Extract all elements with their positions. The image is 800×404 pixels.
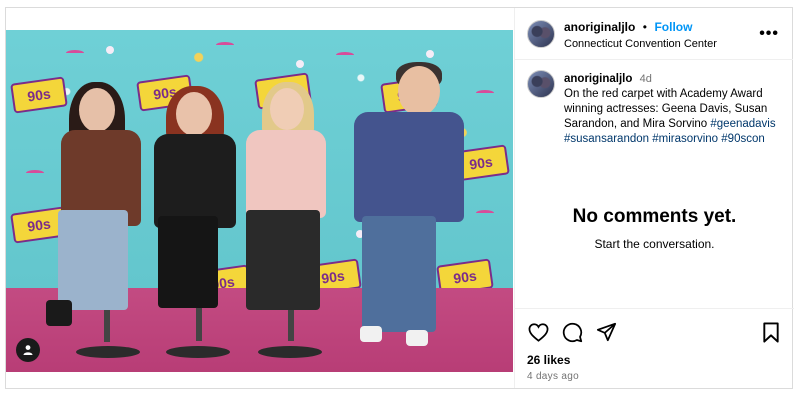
save-button[interactable] xyxy=(760,321,782,343)
bookmark-icon xyxy=(763,321,779,343)
user-tag-icon xyxy=(23,345,33,355)
hashtag-link[interactable]: #geenadavis xyxy=(710,118,775,130)
caption-avatar[interactable] xyxy=(527,70,555,98)
hashtag-link[interactable]: #mirasorvino xyxy=(652,133,718,145)
empty-comments: No comments yet. Start the conversation. xyxy=(515,206,794,251)
post-header: anoriginaljlo • Follow Connecticut Conve… xyxy=(515,8,793,60)
post-date: 4 days ago xyxy=(527,371,579,382)
location-link[interactable]: Connecticut Convention Center xyxy=(564,38,755,50)
action-icons-row xyxy=(527,319,782,345)
heart-icon xyxy=(528,322,548,342)
stool-base xyxy=(76,346,140,358)
hashtag-link[interactable]: #90scon xyxy=(721,133,764,145)
backdrop-squiggle xyxy=(26,170,44,176)
post-dialog: 90s 90s 90s 90s 90s 90s 90s 90s 90s xyxy=(5,7,794,389)
user-tag-button[interactable] xyxy=(16,338,40,362)
caption-timestamp[interactable]: 4d xyxy=(640,73,652,85)
follow-button[interactable]: Follow xyxy=(654,20,692,34)
backdrop-squiggle xyxy=(216,42,234,48)
comment-bubble-icon xyxy=(562,322,582,342)
caption: anoriginaljlo 4d On the red carpet with … xyxy=(515,60,793,147)
avatar[interactable] xyxy=(527,19,555,48)
post-side-panel: anoriginaljlo • Follow Connecticut Conve… xyxy=(514,8,794,388)
post-photo[interactable]: 90s 90s 90s 90s 90s 90s 90s 90s 90s xyxy=(6,30,513,372)
stool-base xyxy=(258,346,322,358)
post-actions: 26 likes 4 days ago xyxy=(515,308,794,388)
backdrop-squiggle xyxy=(66,50,84,56)
share-button[interactable] xyxy=(595,321,617,343)
hashtag-link[interactable]: #susansarandon xyxy=(564,133,649,145)
backdrop-squiggle xyxy=(476,210,494,216)
backdrop-squiggle xyxy=(336,52,354,58)
stool-base xyxy=(166,346,230,358)
backdrop-dot xyxy=(296,60,304,68)
like-button[interactable] xyxy=(527,321,549,343)
comment-button[interactable] xyxy=(561,321,583,343)
empty-comments-subtitle: Start the conversation. xyxy=(594,237,715,251)
username-link[interactable]: anoriginaljlo xyxy=(564,20,635,34)
separator-dot: • xyxy=(642,19,647,34)
backdrop-dot xyxy=(106,46,114,54)
caption-username[interactable]: anoriginaljlo xyxy=(564,73,632,85)
backdrop-squiggle xyxy=(476,90,494,96)
paper-plane-icon xyxy=(596,322,616,342)
empty-comments-title: No comments yet. xyxy=(572,206,737,227)
backdrop-dot xyxy=(426,50,434,58)
caption-text: anoriginaljlo 4d On the red carpet with … xyxy=(564,72,783,147)
header-text: anoriginaljlo • Follow Connecticut Conve… xyxy=(564,18,755,50)
more-options-icon[interactable]: ••• xyxy=(755,25,783,43)
likes-count[interactable]: 26 likes xyxy=(527,353,782,367)
